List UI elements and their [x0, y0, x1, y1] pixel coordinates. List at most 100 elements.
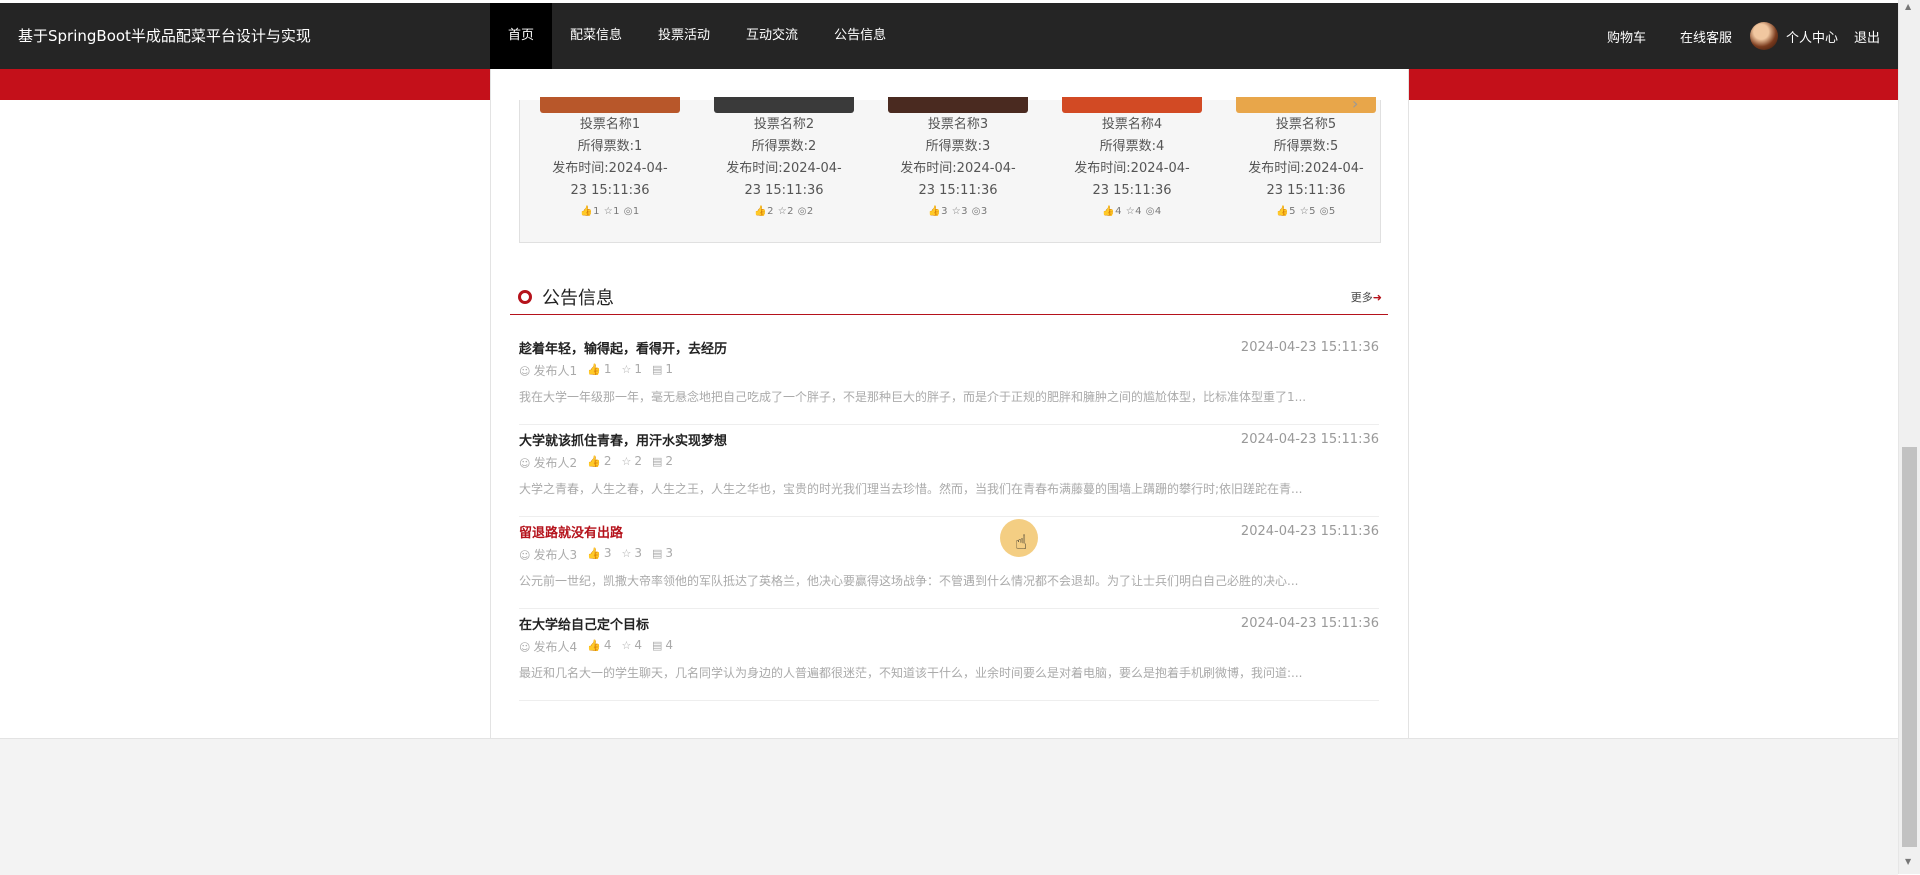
cart-link[interactable]: 购物车 — [1607, 27, 1646, 46]
nav-notices[interactable]: 公告信息 — [816, 3, 904, 69]
notice-meta: ☺ 发布人2 👍 2 ☆ 2 ▤ 2 — [519, 454, 673, 471]
vote-time: 发布时间:2024-04-23 15:11:36 — [1248, 161, 1364, 198]
vote-name: 投票名称1 — [579, 117, 641, 132]
user-center-link[interactable]: 个人中心 — [1786, 27, 1838, 46]
vote-image[interactable] — [714, 97, 854, 113]
comments-field: ▤ 2 — [652, 454, 673, 471]
vote-stats: 👍2 ☆2 ◎2 — [754, 206, 814, 217]
user-icon: ☺ — [519, 641, 531, 654]
user-icon: ☺ — [519, 365, 531, 378]
vote-stats: 👍3 ☆3 ◎3 — [928, 206, 988, 217]
vote-card[interactable]: 投票名称5 所得票数:5 发布时间:2024-04-23 15:11:36 👍5… — [1236, 97, 1376, 217]
comment-icon: ▤ — [651, 639, 663, 652]
vote-card[interactable]: 投票名称3 所得票数:3 发布时间:2024-04-23 15:11:36 👍3… — [888, 97, 1028, 217]
vote-image[interactable] — [1062, 97, 1202, 113]
vote-carousel: 投票名称1 所得票数:1 发布时间:2024-04-23 15:11:36 👍1… — [519, 97, 1381, 243]
vote-count: 所得票数:1 — [577, 139, 643, 154]
thumb-up-icon: 👍 — [587, 455, 601, 468]
vote-count: 所得票数:4 — [1099, 139, 1165, 154]
author-field: ☺ 发布人2 — [519, 454, 577, 471]
notice-description: 我在大学一年级那一年，毫无悬念地把自己吃成了一个胖子，不是那种巨大的胖子，而是介… — [519, 390, 1307, 404]
likes-field: 👍 3 — [587, 546, 611, 563]
section-dot-icon — [518, 290, 532, 304]
notice-likes: 3 — [603, 546, 612, 560]
comment-icon: ▤ — [651, 547, 663, 560]
more-link[interactable]: 更多➜ — [1351, 289, 1382, 305]
notice-likes: 1 — [603, 362, 612, 376]
support-link[interactable]: 在线客服 — [1680, 27, 1732, 46]
vote-time: 发布时间:2024-04-23 15:11:36 — [552, 161, 668, 198]
logout-link[interactable]: 退出 — [1854, 27, 1880, 46]
nav-home[interactable]: 首页 — [490, 3, 553, 69]
vote-card[interactable]: 投票名称2 所得票数:2 发布时间:2024-04-23 15:11:36 👍2… — [714, 97, 854, 217]
comment-icon: ▤ — [651, 363, 663, 376]
vote-card[interactable]: 投票名称1 所得票数:1 发布时间:2024-04-23 15:11:36 👍1… — [540, 97, 680, 217]
carousel-next-icon[interactable]: › — [1352, 94, 1358, 113]
vote-name: 投票名称2 — [753, 117, 815, 132]
comments-field: ▤ 4 — [652, 638, 673, 655]
notice-time: 2024-04-23 15:11:36 — [1240, 524, 1379, 539]
vote-name: 投票名称3 — [927, 117, 989, 132]
scroll-down-icon[interactable]: ▼ — [1905, 857, 1911, 866]
vote-image[interactable] — [888, 97, 1028, 113]
star-icon: ☆ — [621, 363, 632, 376]
notice-title[interactable]: 趁着年轻，输得起，看得开，去经历 — [519, 338, 727, 357]
author-field: ☺ 发布人3 — [519, 546, 577, 563]
thumb-up-icon: 👍 — [587, 639, 601, 652]
avatar[interactable] — [1749, 22, 1778, 50]
notice-meta: ☺ 发布人4 👍 4 ☆ 4 ▤ 4 — [519, 638, 673, 655]
comments-field: ▤ 3 — [652, 546, 673, 563]
star-icon: ☆ — [621, 639, 632, 652]
notice-item[interactable]: 大学就该抓住青春，用汗水实现梦想 2024-04-23 15:11:36 ☺ 发布… — [519, 424, 1379, 517]
user-nav: 购物车 在线客服 个人中心 退出 — [1573, 3, 1880, 69]
notice-item[interactable]: 在大学给自己定个目标 2024-04-23 15:11:36 ☺ 发布人4 👍 4 … — [519, 608, 1379, 701]
notice-favs: 2 — [634, 454, 642, 468]
likes-field: 👍 2 — [587, 454, 611, 471]
favs-field: ☆ 4 — [621, 638, 642, 655]
notice-section-header: 公告信息 更多➜ — [510, 280, 1388, 315]
scroll-thumb[interactable] — [1902, 447, 1917, 847]
notice-section-title: 公告信息 — [542, 288, 614, 309]
likes-field: 👍 1 — [587, 362, 611, 379]
notice-meta: ☺ 发布人1 👍 1 ☆ 1 ▤ 1 — [519, 362, 673, 379]
scroll-up-icon[interactable]: ▲ — [1905, 2, 1911, 11]
notice-description: 大学之青春，人生之春，人生之王，人生之华也，宝贵的时光我们理当去珍惜。然而，当我… — [519, 482, 1303, 496]
vote-image[interactable] — [540, 97, 680, 113]
nav-forum[interactable]: 互动交流 — [728, 3, 816, 69]
user-icon: ☺ — [519, 457, 531, 470]
thumb-up-icon: 👍 — [587, 547, 601, 560]
notice-description: 公元前一世纪，凯撒大帝率领他的军队抵达了英格兰，他决心要赢得这场战争：不管遇到什… — [519, 574, 1299, 588]
arrow-right-icon: ➜ — [1372, 291, 1382, 304]
thumb-up-icon: 👍 — [587, 363, 601, 376]
author-field: ☺ 发布人4 — [519, 638, 577, 655]
notice-item[interactable]: 留退路就没有出路 2024-04-23 15:11:36 ☺ 发布人3 👍 3 ☆ 3… — [519, 516, 1379, 609]
favs-field: ☆ 1 — [621, 362, 642, 379]
notice-author: 发布人3 — [533, 548, 578, 562]
notice-time: 2024-04-23 15:11:36 — [1240, 616, 1379, 631]
notice-title[interactable]: 在大学给自己定个目标 — [519, 614, 649, 633]
notice-comments: 4 — [665, 638, 674, 652]
notice-author: 发布人4 — [533, 640, 578, 654]
main-nav: 首页 配菜信息 投票活动 互动交流 公告信息 — [490, 3, 904, 69]
vote-stats: 👍5 ☆5 ◎5 — [1276, 206, 1336, 217]
comment-icon: ▤ — [651, 455, 663, 468]
star-icon: ☆ — [621, 547, 632, 560]
site-title[interactable]: 基于SpringBoot半成品配菜平台设计与实现 — [18, 3, 311, 69]
vote-stats: 👍4 ☆4 ◎4 — [1102, 206, 1162, 217]
nav-votes[interactable]: 投票活动 — [640, 3, 728, 69]
vertical-scrollbar[interactable]: ▲ ▼ — [1898, 0, 1920, 874]
notice-likes: 4 — [603, 638, 612, 652]
notice-title[interactable]: 大学就该抓住青春，用汗水实现梦想 — [519, 430, 727, 449]
author-field: ☺ 发布人1 — [519, 362, 577, 379]
vote-card[interactable]: 投票名称4 所得票数:4 发布时间:2024-04-23 15:11:36 👍4… — [1062, 97, 1202, 217]
notice-title[interactable]: 留退路就没有出路 — [519, 522, 623, 541]
notice-comments: 3 — [665, 546, 674, 560]
notice-favs: 3 — [634, 546, 642, 560]
notice-item[interactable]: 趁着年轻，输得起，看得开，去经历 2024-04-23 15:11:36 ☺ 发布… — [519, 332, 1379, 425]
hand-pointer-icon: ☝ — [1015, 530, 1028, 554]
footer-area — [0, 738, 1898, 875]
vote-time: 发布时间:2024-04-23 15:11:36 — [1074, 161, 1190, 198]
notice-author: 发布人2 — [533, 456, 578, 470]
nav-dishes[interactable]: 配菜信息 — [552, 3, 640, 69]
notice-favs: 1 — [634, 362, 642, 376]
